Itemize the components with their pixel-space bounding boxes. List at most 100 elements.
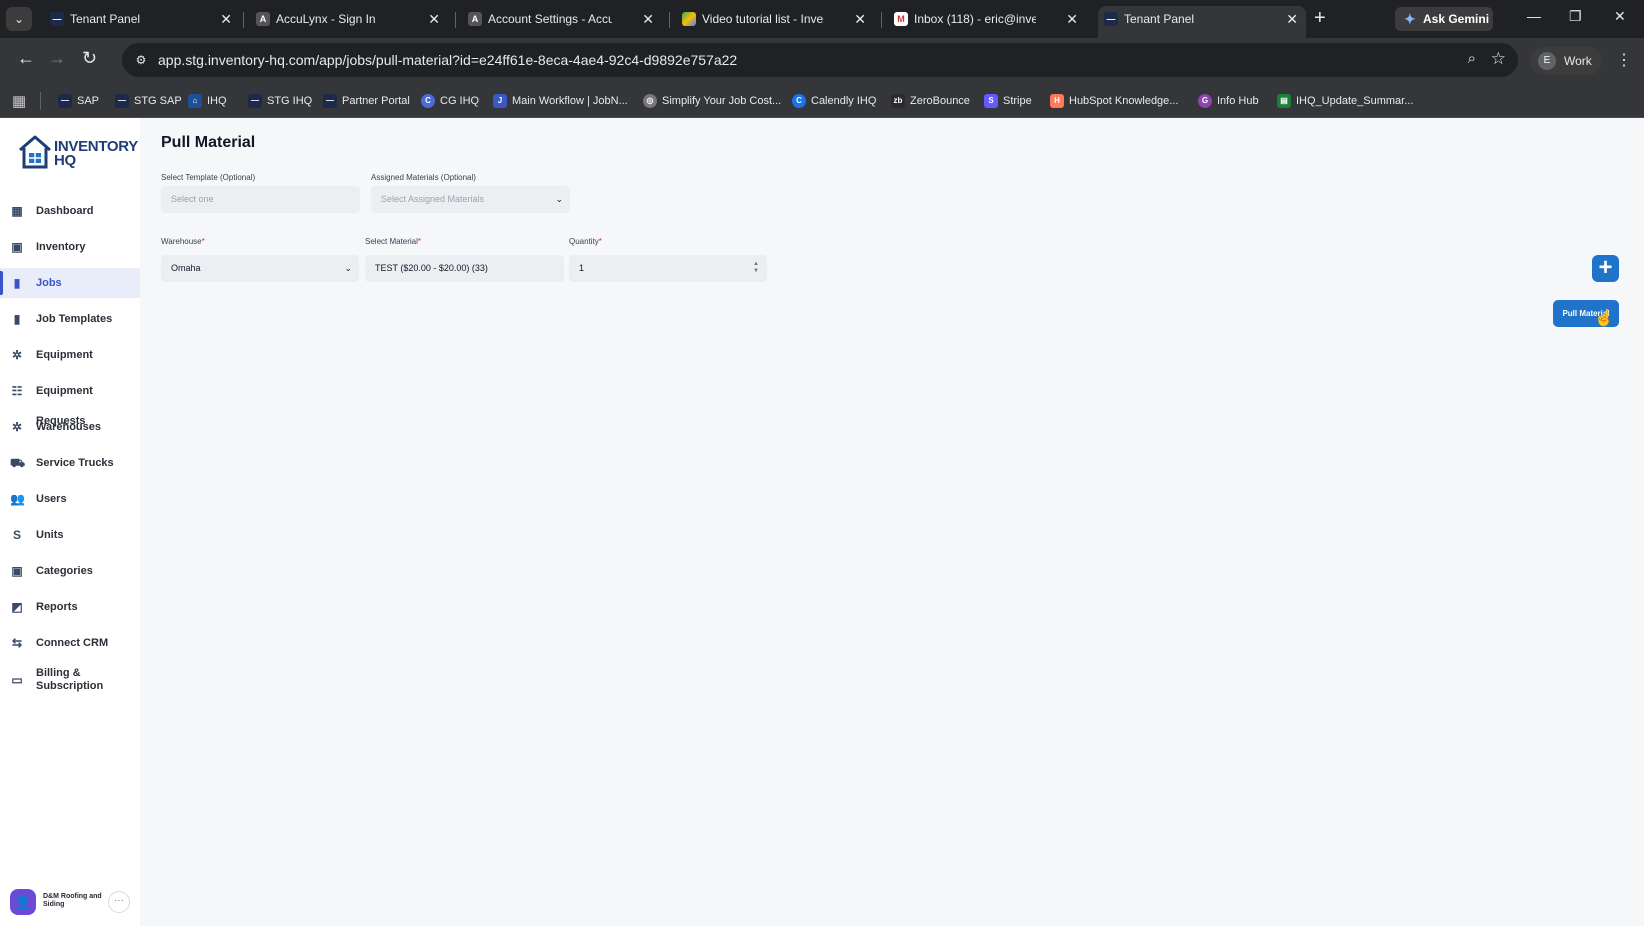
- hand-pointer-cursor-icon: ☝: [1594, 310, 1614, 327]
- assigned-materials-label: Assigned Materials (Optional): [371, 173, 476, 182]
- more-options-button[interactable]: ···: [108, 891, 130, 913]
- bookmark-item[interactable]: zb ZeroBounce: [891, 92, 970, 110]
- sidebar-item-warehouses[interactable]: ✲ Warehouses: [0, 412, 140, 442]
- quantity-stepper[interactable]: 1 ▲ ▼: [569, 255, 767, 282]
- organization-card[interactable]: 👤 D&M Roofing and Siding ···: [8, 886, 132, 918]
- jobs-icon: ▮: [13, 276, 21, 290]
- close-tab-icon[interactable]: ✕: [1066, 6, 1078, 32]
- add-material-button[interactable]: +: [1592, 255, 1619, 282]
- browser-tab-active[interactable]: — Tenant Panel ✕: [1098, 6, 1306, 38]
- users-icon: 👥: [10, 492, 25, 506]
- reports-icon: ◩: [11, 600, 23, 614]
- sheets-icon: ▤: [1277, 94, 1291, 108]
- warehouse-select[interactable]: Omaha ⌄: [161, 255, 359, 282]
- bookmark-item[interactable]: C Calendly IHQ: [792, 92, 876, 110]
- sidebar-item-equipment-requests[interactable]: ☷ Equipment Requests: [0, 376, 140, 427]
- tab-divider: [669, 12, 670, 28]
- sidebar-item-service-trucks[interactable]: ⛟ Service Trucks: [0, 448, 140, 478]
- bookmark-star-icon[interactable]: ☆: [1491, 49, 1506, 69]
- sidebar-item-units[interactable]: S Units: [0, 520, 140, 550]
- sidebar-item-connect-crm[interactable]: ⇆ Connect CRM: [0, 628, 140, 658]
- reload-icon[interactable]: ↻: [82, 48, 97, 69]
- address-bar[interactable]: ⚙ app.stg.inventory-hq.com/app/jobs/pull…: [122, 43, 1518, 77]
- tab-divider: [455, 12, 456, 28]
- browser-tab[interactable]: A Account Settings - AccuLynx ✕: [462, 6, 662, 38]
- bookmark-item[interactable]: — Partner Portal: [323, 92, 410, 110]
- site-info-icon[interactable]: ⚙: [132, 51, 150, 69]
- browser-tab[interactable]: M Inbox (118) - eric@inventory-h ✕: [888, 6, 1086, 38]
- warehouses-icon: ✲: [11, 420, 23, 434]
- bookmark-item[interactable]: ▤ IHQ_Update_Summar...: [1277, 92, 1413, 110]
- browser-toolbar: ← → ↻ ⚙ app.stg.inventory-hq.com/app/job…: [0, 38, 1644, 84]
- bookmark-item[interactable]: — STG SAP: [115, 92, 182, 110]
- assigned-materials-select[interactable]: Select Assigned Materials ⌄: [371, 186, 570, 213]
- warehouse-label: Warehouse*: [161, 237, 205, 246]
- sidebar-item-categories[interactable]: ▣ Categories: [0, 556, 140, 586]
- bookmark-item[interactable]: — SAP: [58, 92, 99, 110]
- inventory-hq-logo[interactable]: INVENTORY HQ: [18, 134, 138, 172]
- page-title: Pull Material: [161, 134, 256, 151]
- browser-tabstrip: ⌄ — Tenant Panel ✕ A AccuLynx - Sign In …: [0, 0, 1644, 38]
- sidebar-item-inventory[interactable]: ▣ Inventory: [0, 232, 140, 262]
- bookmark-item[interactable]: H HubSpot Knowledge...: [1050, 92, 1178, 110]
- equipment-requests-icon: ☷: [11, 384, 23, 398]
- restore-window-icon[interactable]: ❐: [1569, 8, 1582, 25]
- bookmark-item[interactable]: ◎ Simplify Your Job Cost...: [643, 92, 781, 110]
- back-arrow-icon[interactable]: ←: [17, 48, 35, 69]
- ask-gemini-button[interactable]: ✦ Ask Gemini: [1395, 7, 1493, 31]
- profile-button[interactable]: E Work: [1530, 47, 1602, 75]
- bookmark-item[interactable]: C CG IHQ: [421, 92, 479, 110]
- tab-divider: [881, 12, 882, 28]
- bookmark-item[interactable]: J Main Workflow | JobN...: [493, 92, 628, 110]
- new-tab-icon[interactable]: +: [1314, 7, 1326, 30]
- bookmark-item[interactable]: — STG IHQ: [248, 92, 312, 110]
- app-root: INVENTORY HQ ▦ Dashboard ▣ Inventory ▮ Jobs…: [0, 118, 1644, 926]
- house-logo-icon: [19, 135, 51, 169]
- bookmarks-divider: [40, 92, 41, 110]
- inventory-icon: ▣: [11, 240, 23, 254]
- equipment-icon: ✲: [11, 348, 23, 362]
- organization-name: D&M Roofing and Siding: [43, 893, 102, 908]
- sidebar-item-dashboard[interactable]: ▦ Dashboard: [0, 196, 140, 226]
- browser-tab[interactable]: Video tutorial list - InventoryH ✕: [676, 6, 874, 38]
- sidebar-item-users[interactable]: 👥 Users: [0, 484, 140, 514]
- categories-icon: ▣: [11, 564, 23, 578]
- dash-icon: —: [115, 94, 129, 108]
- dashboard-icon: ▦: [11, 204, 23, 218]
- zoom-magnifier-icon[interactable]: ⌕: [1468, 50, 1476, 67]
- browser-tab[interactable]: A AccuLynx - Sign In ✕: [250, 6, 448, 38]
- browser-menu-icon[interactable]: ⋮: [1616, 50, 1632, 70]
- zerobounce-icon: zb: [891, 94, 905, 108]
- dash-icon: —: [58, 94, 72, 108]
- tab-search-button[interactable]: ⌄: [6, 7, 32, 31]
- sidebar-item-billing[interactable]: ▭ Billing & Subscription: [0, 664, 140, 696]
- bookmark-item[interactable]: G Info Hub: [1198, 92, 1259, 110]
- forward-arrow-icon[interactable]: →: [48, 48, 66, 69]
- minimize-window-icon[interactable]: —: [1527, 8, 1541, 24]
- template-label: Select Template (Optional): [161, 173, 256, 182]
- apps-grid-icon[interactable]: ▦: [12, 92, 26, 110]
- dash-icon: —: [248, 94, 262, 108]
- stepper-arrows-icon[interactable]: ▲ ▼: [753, 261, 759, 275]
- close-window-icon[interactable]: ✕: [1614, 8, 1626, 25]
- url-text[interactable]: app.stg.inventory-hq.com/app/jobs/pull-m…: [158, 52, 737, 68]
- sidebar-item-equipment[interactable]: ✲ Equipment: [0, 340, 140, 370]
- close-tab-icon[interactable]: ✕: [854, 6, 866, 32]
- job-templates-icon: ▮: [13, 312, 21, 326]
- sidebar-item-jobs[interactable]: ▮ Jobs: [0, 268, 140, 298]
- close-tab-icon[interactable]: ✕: [1286, 6, 1298, 32]
- sidebar-item-job-templates[interactable]: ▮ Job Templates: [0, 304, 140, 334]
- bookmark-item[interactable]: ⌂ IHQ: [188, 92, 227, 110]
- close-tab-icon[interactable]: ✕: [220, 6, 232, 32]
- bookmark-item[interactable]: S Stripe: [984, 92, 1032, 110]
- material-select[interactable]: TEST ($20.00 - $20.00) (33): [365, 255, 564, 282]
- chevron-down-icon: ⌄: [555, 194, 563, 204]
- jobnimbus-icon: J: [493, 94, 507, 108]
- stripe-icon: S: [984, 94, 998, 108]
- chevron-down-icon: ⌄: [344, 263, 352, 273]
- template-select[interactable]: Select one: [161, 186, 360, 213]
- sidebar-item-reports[interactable]: ◩ Reports: [0, 592, 140, 622]
- browser-tab[interactable]: — Tenant Panel ✕: [44, 6, 240, 38]
- close-tab-icon[interactable]: ✕: [642, 6, 654, 32]
- close-tab-icon[interactable]: ✕: [428, 6, 440, 32]
